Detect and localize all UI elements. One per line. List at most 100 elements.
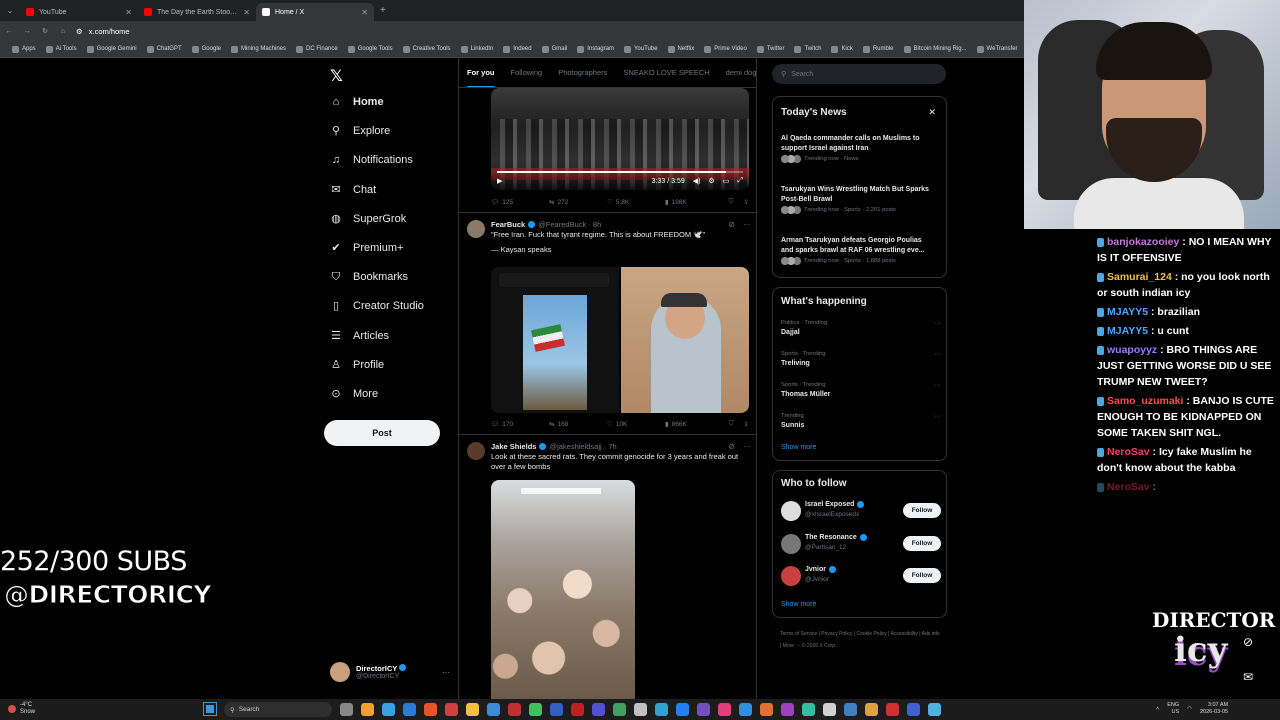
taskbar-app-icon[interactable] xyxy=(718,703,731,716)
volume-icon[interactable]: ◀) xyxy=(693,177,701,185)
bookmark-item[interactable]: Twitter xyxy=(753,45,789,53)
tab-following[interactable]: Following xyxy=(511,68,543,77)
media-image-right[interactable] xyxy=(621,267,749,413)
grok-icon[interactable]: ⊘ xyxy=(728,442,735,451)
follow-suggestion[interactable]: Jvnior @Jvnior Follow xyxy=(781,564,941,588)
show-more-link[interactable]: Show more xyxy=(781,601,816,608)
footer-links[interactable]: Terms of Service | Privacy Policy | Cook… xyxy=(780,628,940,652)
taskbar-app-icon[interactable] xyxy=(445,703,458,716)
nav-item-explore[interactable]: ⚲ Explore xyxy=(330,125,390,137)
avatar[interactable] xyxy=(467,220,485,238)
avatar[interactable] xyxy=(467,442,485,460)
taskbar-app-icon[interactable] xyxy=(865,703,878,716)
bookmark-item[interactable]: LinkedIn xyxy=(457,45,498,53)
more-dots-icon[interactable]: ··· xyxy=(934,320,941,327)
taskbar-app-icon[interactable] xyxy=(403,703,416,716)
nav-item-profile[interactable]: ♙ Profile xyxy=(330,359,384,371)
bookmark-item[interactable]: Netflix xyxy=(664,45,699,53)
play-icon[interactable]: ▶ xyxy=(497,177,502,185)
nav-item-articles[interactable]: ☰ Articles xyxy=(330,330,389,342)
media-image-left[interactable] xyxy=(491,267,619,413)
pip-icon[interactable]: ▭ xyxy=(723,177,730,185)
nav-item-creator-studio[interactable]: ▯ Creator Studio xyxy=(330,300,424,312)
taskbar-app-icon[interactable] xyxy=(340,703,353,716)
chat-username[interactable]: Samurai_124 xyxy=(1107,271,1172,283)
taskbar-app-icon[interactable] xyxy=(802,703,815,716)
chevron-up-icon[interactable]: ˄ xyxy=(1156,706,1159,712)
bookmark-item[interactable]: Ai Tools xyxy=(42,45,81,53)
language-indicator[interactable]: ENG US xyxy=(1167,702,1179,716)
close-tab-icon[interactable]: ✕ xyxy=(243,8,250,17)
browser-tab-movie[interactable]: The Day the Earth Stood Still (2... ✕ xyxy=(138,3,256,21)
bookmark-item[interactable]: YouTube xyxy=(620,45,662,53)
like-button[interactable]: ♡ 10K xyxy=(607,420,665,429)
chat-username[interactable]: wuapoyyz xyxy=(1107,344,1157,356)
news-item[interactable]: Al Qaeda commander calls on Muslims to s… xyxy=(781,134,936,163)
nav-item-chat[interactable]: ✉ Chat xyxy=(330,184,376,196)
trend-item[interactable]: Sports · Trending Thomas Müller ··· xyxy=(781,382,941,398)
repost-button[interactable]: ⇆ 272 xyxy=(549,198,607,207)
browser-tab-youtube[interactable]: YouTube ✕ xyxy=(20,3,138,21)
bookmark-icon[interactable]: ⛉ xyxy=(729,420,734,428)
chat-username[interactable]: MJAYY5 xyxy=(1107,325,1148,337)
grok-icon[interactable]: ⊘ xyxy=(1238,632,1258,652)
show-more-link[interactable]: Show more xyxy=(781,444,816,451)
tab-sneako-love-speech[interactable]: SNEAKO LOVE SPEECH xyxy=(623,68,709,77)
trend-item[interactable]: Politics · Trending Dajjal ··· xyxy=(781,320,941,336)
bookmark-item[interactable]: Kick xyxy=(827,45,856,53)
follow-button[interactable]: Follow xyxy=(903,503,941,518)
taskbar-app-icon[interactable] xyxy=(697,703,710,716)
more-dots-icon[interactable]: ··· xyxy=(934,413,941,420)
site-info-icon[interactable]: ⚙ xyxy=(76,27,83,36)
bookmark-item[interactable]: Twitch xyxy=(790,45,825,53)
trend-item[interactable]: Sports · Trending Treliving ··· xyxy=(781,351,941,367)
taskbar-app-icon[interactable] xyxy=(886,703,899,716)
settings-icon[interactable]: ⚙ xyxy=(708,177,714,185)
follow-button[interactable]: Follow xyxy=(903,535,941,551)
nav-item-premium-[interactable]: ✔ Premium+ xyxy=(330,242,403,254)
mail-icon[interactable]: ✉ xyxy=(1238,667,1258,687)
bookmark-item[interactable]: Instagram xyxy=(573,45,618,53)
news-item[interactable]: Tsarukyan Wins Wrestling Match But Spark… xyxy=(781,185,936,214)
bookmark-item[interactable]: Google Tools xyxy=(344,45,397,53)
follow-suggestion[interactable]: Israel Exposed @xIsraelExposedx Follow xyxy=(781,499,941,523)
new-tab-icon[interactable]: + xyxy=(380,5,386,16)
nav-item-bookmarks[interactable]: ⛉ Bookmarks xyxy=(330,271,408,283)
bookmark-item[interactable]: Apps xyxy=(8,45,40,53)
share-icon[interactable]: ⇪ xyxy=(744,198,749,206)
bookmark-item[interactable]: Google xyxy=(188,45,225,53)
taskbar-app-icon[interactable] xyxy=(466,703,479,716)
tab-for-you[interactable]: For you xyxy=(467,68,495,87)
taskbar-app-icon[interactable] xyxy=(382,703,395,716)
reload-icon[interactable]: ↻ xyxy=(36,27,54,35)
home-browser-icon[interactable]: ⌂ xyxy=(54,28,72,35)
taskbar-app-icon[interactable] xyxy=(760,703,773,716)
chat-username[interactable]: banjokazooiey xyxy=(1107,236,1179,248)
bookmark-item[interactable]: ChatGPT xyxy=(143,45,186,53)
taskbar-app-icon[interactable] xyxy=(361,703,374,716)
search-input[interactable]: ⚲ Search xyxy=(772,64,946,84)
reply-button[interactable]: 💬︎ 125 xyxy=(491,198,549,207)
wifi-icon[interactable]: ◠ xyxy=(1187,706,1192,712)
more-dots-icon[interactable]: ··· xyxy=(934,382,941,389)
bookmark-item[interactable]: Creative Tools xyxy=(399,45,455,53)
more-dots-icon[interactable]: ··· xyxy=(934,351,941,358)
bookmark-icon[interactable]: ⛉ xyxy=(729,198,734,206)
x-logo-icon[interactable]: 𝕏 xyxy=(330,66,343,86)
taskbar-search[interactable]: ⚲ Search xyxy=(224,702,332,717)
bookmark-item[interactable]: Gmail xyxy=(538,45,572,53)
chat-username[interactable]: NeroSav xyxy=(1107,481,1150,493)
taskbar-app-icon[interactable] xyxy=(634,703,647,716)
weather-widget[interactable]: -4°C Snow xyxy=(8,702,35,716)
taskbar-app-icon[interactable] xyxy=(529,703,542,716)
tab-demi-dog[interactable]: demi dog xyxy=(726,68,756,77)
avatar[interactable] xyxy=(781,566,801,586)
tweet-media[interactable] xyxy=(491,267,749,413)
grok-icon[interactable]: ⊘ xyxy=(728,220,735,229)
start-button[interactable] xyxy=(203,702,217,716)
chat-username[interactable]: Samo_uzumaki xyxy=(1107,395,1183,407)
bookmark-item[interactable]: Mining Machines xyxy=(227,45,290,53)
taskbar-app-icon[interactable] xyxy=(655,703,668,716)
more-dots-icon[interactable]: ··· xyxy=(442,668,450,677)
follow-suggestion[interactable]: The Resonance @Partisan_12 Follow xyxy=(781,532,941,556)
